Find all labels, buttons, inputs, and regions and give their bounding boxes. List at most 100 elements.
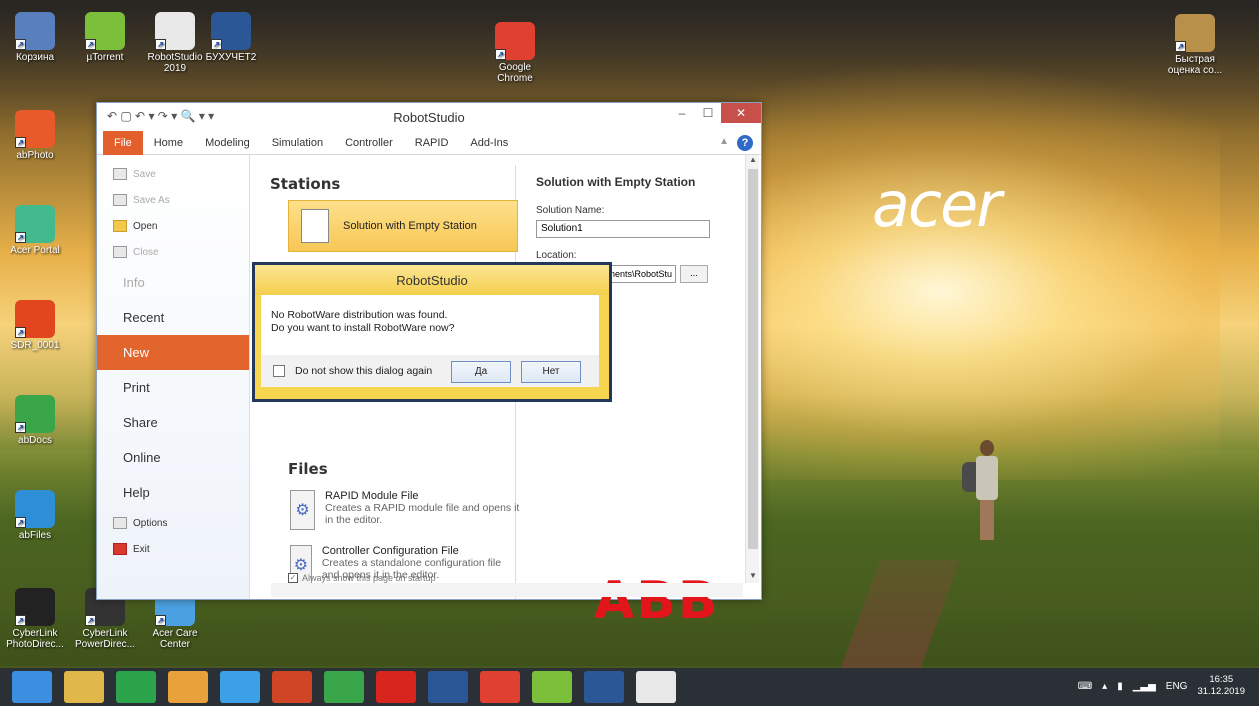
app-orange-icon[interactable] (168, 671, 208, 703)
desktop-icon-icons_bottom-0[interactable]: ↗ CyberLink PhotoDirec... (0, 588, 70, 650)
language-indicator[interactable]: ENG (1166, 681, 1188, 692)
scroll-thumb[interactable] (748, 169, 758, 549)
powerpoint-icon[interactable] (272, 671, 312, 703)
shortcut-arrow-icon: ↗ (15, 517, 26, 528)
desktop-icon-label: CyberLink PhotoDirec... (6, 628, 64, 650)
window-title: RobotStudio (393, 110, 465, 125)
desktop-icon-label: abDocs (18, 435, 52, 446)
exit-icon (113, 543, 127, 555)
tab-home[interactable]: Home (143, 137, 194, 149)
yes-button[interactable]: Да (451, 361, 511, 383)
menu-save-label: Save (133, 168, 156, 180)
app-green-icon[interactable] (324, 671, 364, 703)
tab-file[interactable]: File (103, 130, 143, 155)
template-rapid-module[interactable]: ⚙ RAPID Module File Creates a RAPID modul… (290, 490, 520, 530)
location-label: Location: (536, 250, 577, 261)
tab-add-ins[interactable]: Add-Ins (459, 137, 519, 149)
network-icon[interactable]: ▮ (1117, 681, 1123, 692)
scroll-down-icon[interactable]: ▼ (746, 571, 760, 583)
tray-expand-icon[interactable]: ▴ (1102, 681, 1107, 692)
details-title: Solution with Empty Station (536, 175, 696, 189)
menu-save-as[interactable]: Save As (97, 187, 249, 213)
shortcut-arrow-icon: ↗ (15, 232, 26, 243)
menu-recent[interactable]: Recent (97, 300, 249, 335)
menu-options-label: Options (133, 517, 168, 529)
backstage-menu: Save Save As Open Close Info Recent New … (97, 155, 250, 599)
desktop-icon-icons_top-4[interactable]: ↗ Google Chrome (480, 22, 550, 84)
clock-date: 31.12.2019 (1197, 686, 1245, 697)
horizontal-scrollbar[interactable] (271, 583, 743, 597)
desktop-icon-icons_top-1[interactable]: ↗ µTorrent (70, 12, 140, 63)
close-button[interactable]: ✕ (721, 103, 761, 123)
store-icon[interactable] (116, 671, 156, 703)
desktop-icon-icons_left-3[interactable]: ↗ abDocs (0, 395, 70, 446)
menu-open[interactable]: Open (97, 213, 249, 239)
menu-info[interactable]: Info (97, 265, 249, 300)
tab-rapid[interactable]: RAPID (404, 137, 460, 149)
dialog-footer: Do not show this dialog again Да Нет (261, 355, 599, 387)
clock-time: 16:35 (1209, 674, 1234, 685)
solution-name-label: Solution Name: (536, 205, 605, 216)
menu-open-label: Open (133, 220, 158, 232)
internet-explorer-icon[interactable] (220, 671, 260, 703)
tab-modeling[interactable]: Modeling (194, 137, 261, 149)
opera-icon[interactable] (376, 671, 416, 703)
stations-heading: Stations (270, 175, 341, 193)
menu-new[interactable]: New (97, 335, 249, 370)
maximize-button[interactable]: ☐ (695, 103, 721, 123)
menu-print[interactable]: Print (97, 370, 249, 405)
station-template-icon (301, 209, 329, 243)
ribbon-collapse-icon[interactable]: ▲ (719, 136, 729, 147)
menu-share[interactable]: Share (97, 405, 249, 440)
windows-start-icon[interactable] (12, 671, 52, 703)
desktop-icon-label: SDR_0001 (10, 340, 60, 351)
desktop-icon-label: Корзина (15, 52, 55, 63)
scroll-up-icon[interactable]: ▲ (746, 155, 760, 167)
solution-name-input[interactable]: Solution1 (536, 220, 710, 238)
tab-controller[interactable]: Controller (334, 137, 404, 149)
clock[interactable]: 16:35 31.12.2019 (1197, 674, 1245, 698)
menu-close[interactable]: Close (97, 239, 249, 265)
dont-show-checkbox[interactable] (273, 365, 285, 377)
always-show-label: Always show this page on startup (302, 573, 436, 583)
chrome-icon[interactable] (480, 671, 520, 703)
robotware-dialog: RobotStudio No RobotWare distribution wa… (252, 262, 612, 402)
photo-app-icon: ↗ (15, 110, 55, 148)
word-icon[interactable] (428, 671, 468, 703)
shortcut-arrow-icon: ↗ (85, 39, 96, 50)
desktop-icon-icons_left-1[interactable]: ↗ Acer Portal (0, 205, 70, 256)
vertical-scrollbar[interactable]: ▲ ▼ (745, 155, 759, 583)
shortcut-arrow-icon: ↗ (211, 39, 222, 50)
ribbon-tabs: File Home Modeling Simulation Controller… (97, 130, 761, 155)
menu-exit[interactable]: Exit (97, 536, 249, 562)
file-explorer-icon[interactable] (64, 671, 104, 703)
help-icon[interactable]: ? (737, 135, 753, 151)
utorrent-icon[interactable] (532, 671, 572, 703)
close-doc-icon (113, 246, 127, 258)
menu-close-label: Close (133, 246, 159, 258)
robotstudio-icon[interactable] (636, 671, 676, 703)
keyboard-icon[interactable]: ⌨ (1078, 681, 1092, 692)
shortcut-arrow-icon: ↗ (155, 39, 166, 50)
minimize-button[interactable]: – (669, 103, 695, 123)
menu-help[interactable]: Help (97, 475, 249, 510)
options-icon (113, 517, 127, 529)
desktop-icon-label: Google Chrome (497, 62, 533, 84)
desktop-icon-icons_left-4[interactable]: ↗ abFiles (0, 490, 70, 541)
tab-simulation[interactable]: Simulation (261, 137, 334, 149)
signal-icon[interactable]: ▁▃▅ (1133, 681, 1156, 692)
sdr-icon: ↗ (15, 300, 55, 338)
browse-button[interactable]: ... (680, 265, 708, 283)
desktop-icon-icons_left-2[interactable]: ↗ SDR_0001 (0, 300, 70, 351)
menu-online[interactable]: Online (97, 440, 249, 475)
menu-save[interactable]: Save (97, 161, 249, 187)
desktop-icon-icons_top-3[interactable]: ↗ БУХУЧЕТ2 (196, 12, 266, 63)
no-button[interactable]: Нет (521, 361, 581, 383)
word-icon[interactable] (584, 671, 624, 703)
always-show-checkbox[interactable]: ✓ Always show this page on startup (288, 573, 436, 583)
desktop-icon-icons_top-5[interactable]: ↗ Быстрая оценка со... (1160, 14, 1230, 76)
desktop-icon-icons_left-0[interactable]: ↗ abPhoto (0, 110, 70, 161)
menu-options[interactable]: Options (97, 510, 249, 536)
template-empty-station[interactable]: Solution with Empty Station (288, 200, 518, 252)
desktop-icon-icons_top-0[interactable]: ↗ Корзина (0, 12, 70, 63)
